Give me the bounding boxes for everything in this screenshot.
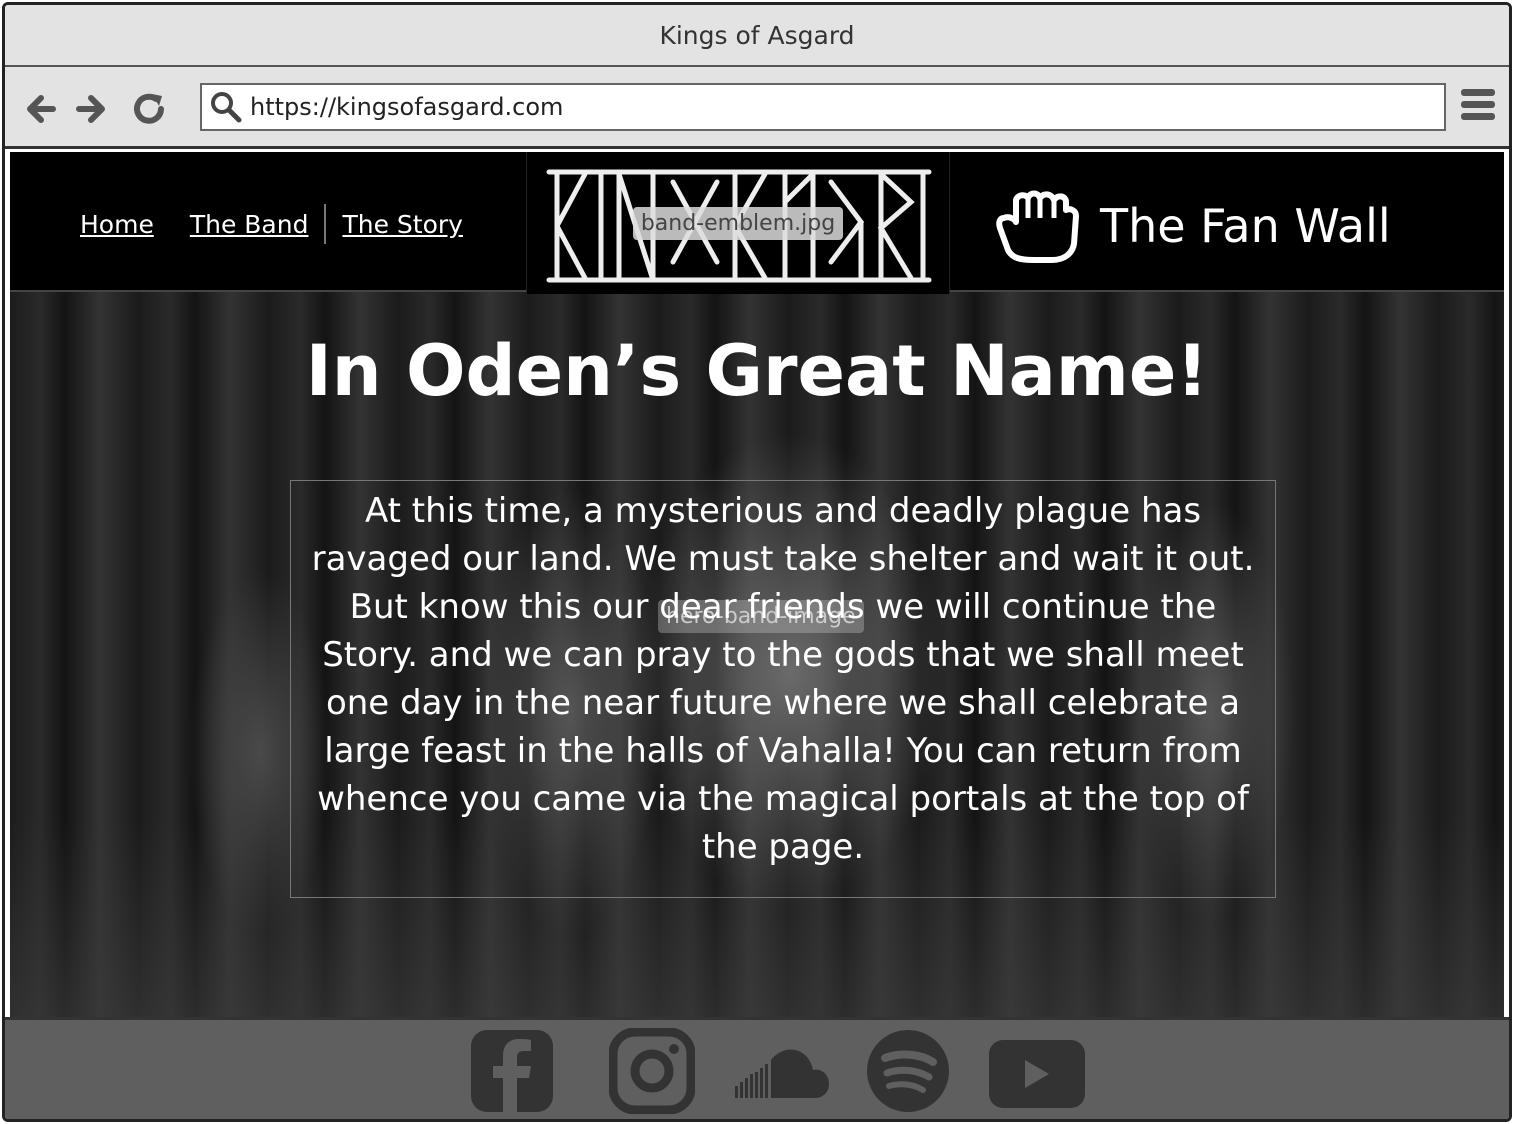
nav-divider [324,204,327,244]
browser-window: Kings of Asgard https://kingsofasgard.co… [2,2,1512,1122]
hamburger-menu-icon[interactable] [1461,89,1495,129]
browser-toolbar [5,67,1509,149]
forward-button[interactable] [71,87,111,131]
band-emblem[interactable]: band-emblem.jpg [526,152,950,294]
arrow-left-icon [27,95,56,123]
soundcloud-icon[interactable] [731,1028,829,1118]
site-footer [5,1017,1509,1119]
url-input[interactable] [250,87,1430,127]
band-emblem-label: band-emblem.jpg [632,206,844,240]
address-bar[interactable] [200,83,1446,131]
search-icon [202,85,250,129]
nav-link-the-band[interactable]: The Band [190,210,309,239]
nav-link-the-story[interactable]: The Story [342,210,462,239]
site-nav: Home The Band The Story [80,204,499,244]
window-title: Kings of Asgard [5,5,1509,67]
reload-icon [134,93,164,124]
fan-wall-link[interactable]: The Fan Wall [994,188,1391,264]
instagram-icon[interactable] [608,1027,699,1118]
arrow-right-icon [76,95,105,123]
youtube-icon[interactable] [987,1028,1085,1118]
nav-link-home[interactable]: Home [80,210,154,239]
fan-wall-label: The Fan Wall [1100,199,1391,253]
page-headline: In Oden’s Great Name! [305,330,1209,412]
reload-button[interactable] [129,87,169,131]
back-button[interactable] [21,87,61,131]
page-viewport: hero-band-image Home The Band The Story [8,152,1506,1018]
spotify-icon[interactable] [865,1028,955,1118]
facebook-icon[interactable] [469,1028,559,1118]
fist-icon [996,190,1079,263]
message-text: At this time, a mysterious and deadly pl… [311,491,1255,867]
site-header: Home The Band The Story band-emblem.jpg … [10,152,1504,294]
message-box: At this time, a mysterious and deadly pl… [290,480,1276,898]
